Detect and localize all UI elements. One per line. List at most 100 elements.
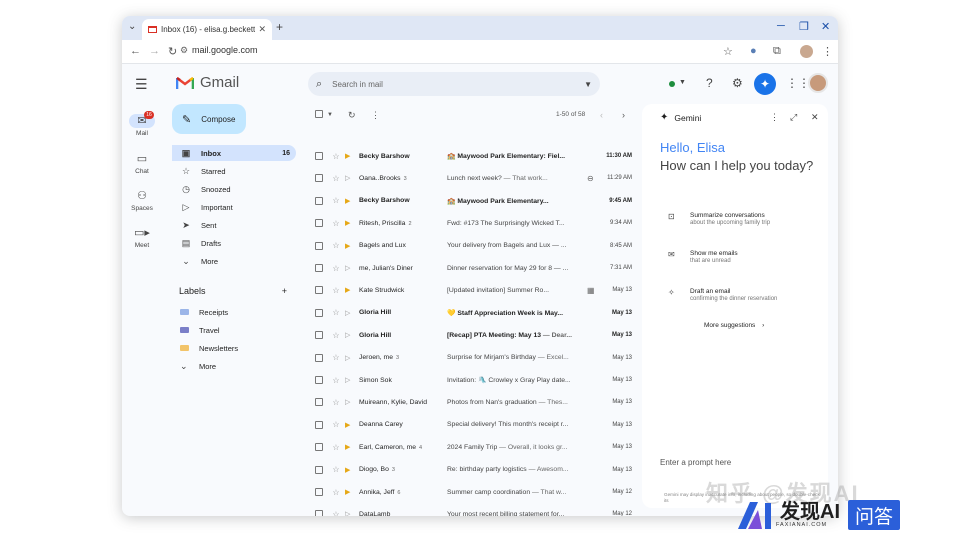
table-row[interactable]: ☆ ▶ Kate Strudwick [Updated invitation] Sum… [308,279,638,301]
new-tab-icon[interactable]: + [276,20,283,34]
forward-icon[interactable]: → [149,45,160,57]
important-marker-icon[interactable]: ▷ [345,331,355,339]
sidebar-item-sent[interactable]: ➤ Sent [172,217,296,233]
more-actions-icon[interactable]: ⋮ [371,110,380,121]
important-marker-icon[interactable]: ▶ [345,488,355,496]
minimize-icon[interactable]: ─ [777,20,785,32]
star-icon[interactable]: ☆ [327,510,345,516]
sidebar-item-more[interactable]: ⌄ More [172,253,296,269]
important-marker-icon[interactable]: ▶ [345,421,355,429]
star-icon[interactable]: ☆ [327,488,345,497]
table-row[interactable]: ☆ ▷ Muireann, Kylie, David Photos from Nan'… [308,391,638,413]
gemini-prompt-input[interactable]: Enter a prompt here [660,458,820,467]
table-row[interactable]: ☆ ▶ Diogo, Bo 3 Re: birthday party logistics… [308,459,638,481]
gemini-toggle-icon[interactable]: ✦ [754,73,776,95]
table-row[interactable]: ☆ ▶ Becky Barshow 🏫 Maywood Park Elementary… [308,190,638,212]
star-icon[interactable]: ☆ [327,241,345,250]
reload-icon[interactable]: ↻ [168,45,177,58]
sidebar-item-drafts[interactable]: ▤ Drafts [172,235,296,251]
browser-menu-icon[interactable]: ⋮ [822,45,833,58]
main-menu-icon[interactable]: ☰ [135,76,148,93]
rail-chat[interactable]: ▭ Chat [122,152,162,175]
important-marker-icon[interactable]: ▷ [345,174,355,182]
row-checkbox[interactable] [315,331,323,340]
label-receipts[interactable]: Receipts [180,304,228,320]
star-icon[interactable]: ☆ [327,398,345,407]
back-icon[interactable]: ← [130,45,141,57]
row-checkbox[interactable] [315,376,323,384]
important-marker-icon[interactable]: ▶ [345,286,355,294]
star-icon[interactable]: ☆ [327,353,345,362]
label-newsletters[interactable]: Newsletters [180,340,238,356]
search-input[interactable]: Search in mail [332,80,584,89]
profile-avatar-icon[interactable] [800,45,813,58]
important-marker-icon[interactable]: ▶ [345,242,355,250]
suggestion-summarize[interactable]: ⊡ Summarize conversations about the upco… [668,212,818,226]
important-marker-icon[interactable]: ▷ [345,398,355,406]
search-icon[interactable]: ⌕ [316,78,322,91]
older-page-icon[interactable]: › [622,110,625,120]
help-icon[interactable]: ? [706,76,713,90]
sidebar-item-important[interactable]: ▷ Important [172,199,296,215]
row-checkbox[interactable] [315,174,323,183]
row-checkbox[interactable] [315,152,323,160]
important-marker-icon[interactable]: ▷ [345,354,355,362]
table-row[interactable]: ☆ ▷ me, Julian's Diner Dinner reservation f… [308,257,638,279]
account-avatar[interactable] [808,73,828,93]
row-checkbox[interactable] [315,308,323,317]
status-dropdown-icon[interactable]: ▼ [679,79,686,86]
close-tab-icon[interactable]: ✕ [258,24,266,35]
tab-search-chevron-icon[interactable]: ⌄ [128,21,136,32]
newer-page-icon[interactable]: ‹ [600,110,603,120]
star-icon[interactable]: ☆ [327,264,345,273]
status-indicator-icon[interactable] [669,81,675,87]
star-icon[interactable]: ☆ [327,331,345,340]
row-checkbox[interactable] [315,420,323,429]
apps-grid-icon[interactable]: ⋮⋮ [786,76,810,90]
suggestion-draft-email[interactable]: ✧ Draft an email confirming the dinner r… [668,288,818,302]
address-url[interactable]: mail.google.com [192,45,258,55]
browser-tab-inbox[interactable]: Inbox (16) - elisa.g.beckett@ ✕ [142,19,272,40]
table-row[interactable]: ☆ ▷ Gloria Hill 💛 Staff Appreciation Week i… [308,302,638,324]
important-marker-icon[interactable]: ▷ [345,376,355,384]
labels-more[interactable]: ⌄ More [180,358,216,374]
refresh-icon[interactable]: ↻ [348,110,356,121]
search-bar[interactable]: ⌕ Search in mail ▼ [308,72,600,96]
table-row[interactable]: ☆ ▶ Annika, Jeff 6 Summer camp coordination … [308,481,638,503]
row-checkbox[interactable] [315,241,323,250]
important-marker-icon[interactable]: ▷ [345,309,355,317]
important-marker-icon[interactable]: ▶ [345,466,355,474]
important-marker-icon[interactable]: ▷ [345,510,355,516]
bookmark-star-icon[interactable]: ☆ [723,45,733,58]
table-row[interactable]: ☆ ▷ DataLamb Your most recent billing state… [308,503,638,516]
table-row[interactable]: ☆ ▶ Earl, Cameron, me 4 2024 Family Trip — O… [308,436,638,458]
important-marker-icon[interactable]: ▶ [345,219,355,227]
attachment-icon[interactable]: ⊖ [587,174,594,183]
add-label-icon[interactable]: + [282,286,287,296]
suggestion-show-emails[interactable]: ✉ Show me emails that are unread [668,250,818,264]
select-all-checkbox[interactable] [315,110,323,120]
row-checkbox[interactable] [315,219,323,228]
site-info-icon[interactable]: ⚙ [180,45,188,56]
sidebar-item-starred[interactable]: ☆ Starred [172,163,296,179]
label-travel[interactable]: Travel [180,322,220,338]
rail-meet[interactable]: ▭▸ Meet [122,226,162,249]
gemini-close-icon[interactable]: ✕ [811,112,819,123]
table-row[interactable]: ☆ ▶ Deanna Carey Special delivery! This mon… [308,414,638,436]
search-options-icon[interactable]: ▼ [584,80,592,89]
important-marker-icon[interactable]: ▷ [345,264,355,272]
compose-button[interactable]: ✎ Compose [172,104,246,134]
row-checkbox[interactable] [315,465,323,474]
important-marker-icon[interactable]: ▶ [345,197,355,205]
more-suggestions-button[interactable]: More suggestions › [704,322,764,329]
table-row[interactable]: ☆ ▷ Simon Sok Invitation: 🛝 Crowley x Gray … [308,369,638,391]
row-checkbox[interactable] [315,286,323,295]
table-row[interactable]: ☆ ▶ Becky Barshow 🏫 Maywood Park Elementary… [308,145,638,167]
rail-mail[interactable]: ✉ Mail [122,114,162,137]
restore-icon[interactable]: ❐ [799,20,809,33]
close-window-icon[interactable]: ✕ [821,20,830,33]
star-icon[interactable]: ☆ [327,174,345,183]
star-icon[interactable]: ☆ [327,376,345,385]
star-icon[interactable]: ☆ [327,465,345,474]
extensions-puzzle-icon[interactable]: ⧉ [773,45,781,58]
